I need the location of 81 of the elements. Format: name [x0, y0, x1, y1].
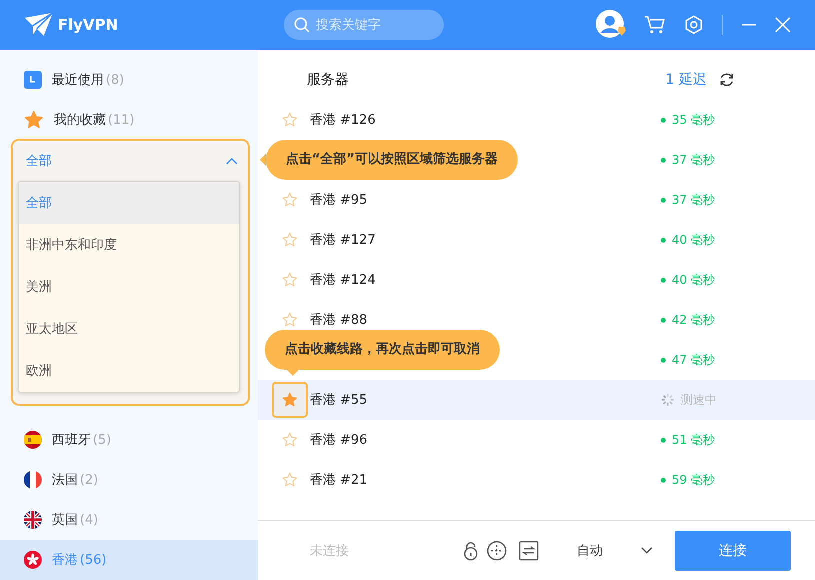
- server-name: 香港 #88: [310, 312, 368, 329]
- latency-text: 37 毫秒: [672, 152, 716, 168]
- latency-text: 51 毫秒: [672, 432, 716, 448]
- cart-icon[interactable]: [644, 15, 666, 35]
- hint-tooltip: 点击“全部”可以按照区域筛选服务器: [266, 140, 518, 180]
- latency-text: 测速中: [681, 392, 717, 408]
- status-dot: [661, 198, 666, 202]
- latency-text: 59 毫秒: [672, 472, 716, 488]
- star-icon: [282, 272, 298, 288]
- region-filter-dropdown[interactable]: 全部 全部 非洲中东和印度 美洲 亚太地区 欧洲: [11, 139, 250, 406]
- flag-icon: [24, 511, 42, 529]
- star-icon: [282, 392, 298, 408]
- switch-icon: [519, 540, 539, 560]
- dropdown-option[interactable]: 非洲中东和印度: [19, 224, 239, 266]
- sidebar-item[interactable]: 我的收藏(11): [0, 100, 258, 140]
- refresh-icon: [719, 72, 735, 88]
- sidebar-item-label: 我的收藏(11): [54, 112, 135, 129]
- server-name: 香港 #95: [310, 192, 368, 209]
- clock-icon: [24, 71, 42, 89]
- chevron-down-icon: [641, 546, 653, 554]
- status-dot: [661, 158, 666, 162]
- refresh-button[interactable]: [719, 72, 735, 88]
- favorite-button[interactable]: [272, 382, 308, 418]
- sidebar-item-label: 英国(4): [52, 512, 98, 529]
- user-avatar-icon[interactable]: [596, 10, 626, 40]
- star-icon: [282, 432, 298, 448]
- dropdown-option[interactable]: 亚太地区: [19, 308, 239, 350]
- star-icon: [282, 472, 298, 488]
- latency-text: 37 毫秒: [672, 192, 716, 208]
- region-filter-value: 全部: [26, 153, 52, 170]
- app-name: FlyVPN: [58, 16, 118, 34]
- sidebar-item-label: 最近使用(8): [52, 72, 124, 89]
- status-dot: [661, 358, 666, 362]
- server-name: 香港 #127: [310, 232, 376, 249]
- sidebar-item[interactable]: 西班牙(5): [0, 420, 258, 460]
- flag-icon: [24, 431, 42, 449]
- sidebar-item[interactable]: 最近使用(8): [0, 60, 258, 100]
- chevron-icon: [226, 157, 238, 165]
- star-icon: [282, 312, 298, 328]
- star-icon: [282, 192, 298, 208]
- network-icon[interactable]: [487, 540, 507, 560]
- server-name: 香港 #55: [310, 392, 368, 409]
- latency-text: 47 毫秒: [672, 352, 716, 368]
- tooltip-pointer: [287, 370, 299, 376]
- connection-status: 未连接: [310, 542, 349, 560]
- status-dot: [661, 118, 666, 122]
- close-icon[interactable]: [775, 17, 791, 33]
- status-dot: [661, 238, 666, 242]
- server-name: 香港 #96: [310, 432, 368, 449]
- status-dot: [661, 318, 666, 322]
- server-row[interactable]: 香港 #55 测速中: [258, 380, 815, 420]
- status-dot: [661, 438, 666, 442]
- protocol-select[interactable]: 自动: [515, 540, 657, 560]
- loading-spinner-icon: [661, 393, 675, 407]
- star-icon: [24, 110, 44, 130]
- sidebar-item-label: 法国(2): [52, 472, 98, 489]
- status-dot: [661, 478, 666, 482]
- latency-text: 42 毫秒: [672, 312, 716, 328]
- server-name: 香港 #126: [310, 112, 376, 129]
- latency-text: 40 毫秒: [672, 272, 716, 288]
- search-icon: [294, 17, 310, 33]
- sidebar-item[interactable]: 法国(2): [0, 460, 258, 500]
- server-name: 香港 #21: [310, 472, 368, 489]
- server-name: 香港 #124: [310, 272, 376, 289]
- dropdown-option[interactable]: 欧洲: [19, 350, 239, 392]
- lock-icon[interactable]: [463, 540, 479, 560]
- latency-text: 35 毫秒: [672, 112, 716, 128]
- sidebar-item-label: 西班牙(5): [52, 432, 112, 449]
- sidebar-item[interactable]: 英国(4): [0, 500, 258, 540]
- paper-plane-logo-icon: [24, 12, 54, 38]
- flag-icon: [24, 551, 42, 569]
- settings-icon[interactable]: [684, 15, 704, 35]
- star-icon: [282, 232, 298, 248]
- flag-icon: [24, 471, 42, 489]
- hint-tooltip: 点击收藏线路，再次点击即可取消: [265, 330, 500, 370]
- dropdown-option[interactable]: 美洲: [19, 266, 239, 308]
- column-header: 服务器: [307, 71, 349, 89]
- latency-text: 40 毫秒: [672, 232, 716, 248]
- status-dot: [661, 278, 666, 282]
- sidebar-item-label: 香港(56): [52, 552, 107, 569]
- star-icon: [282, 112, 298, 128]
